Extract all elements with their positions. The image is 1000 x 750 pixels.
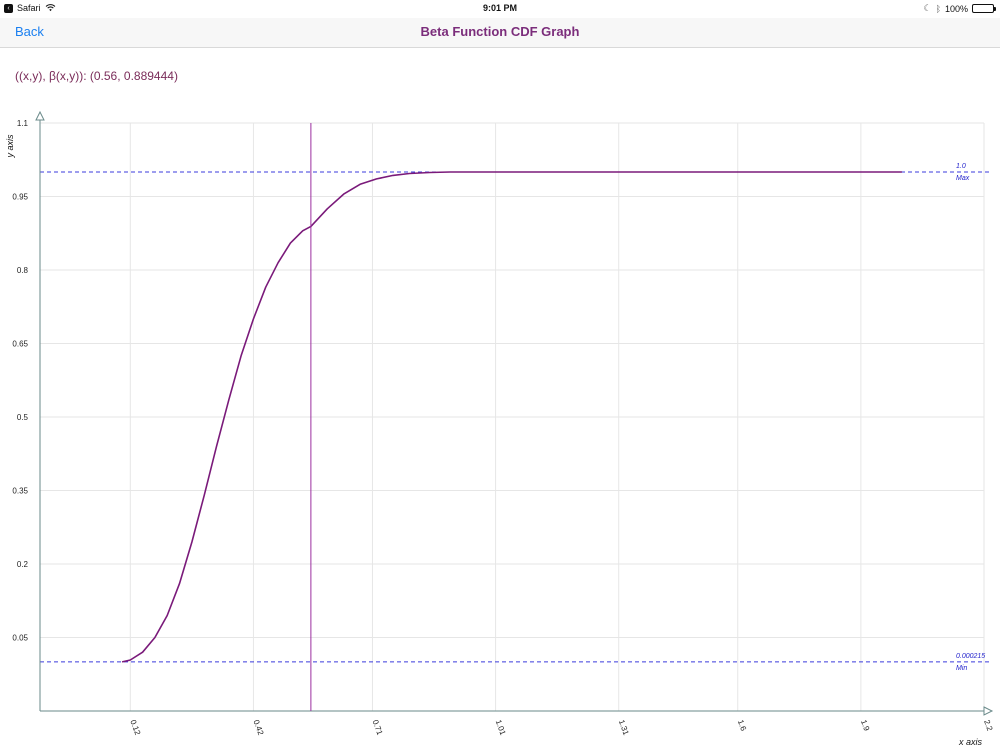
y-tick-label: 0.35: [12, 487, 28, 496]
status-bar: ‹ Safari 9:01 PM ☾ ᛒ 100%: [0, 0, 1000, 18]
x-tick-label: 0.12: [128, 719, 142, 737]
reference-name-label: Max: [956, 175, 970, 182]
chart-grid: [40, 122, 985, 711]
battery-percent: 100%: [944, 3, 968, 14]
moon-icon: ☾: [923, 3, 932, 13]
status-right: ☾ ᛒ 100%: [923, 3, 996, 14]
x-tick-label: 1.9: [859, 719, 871, 733]
x-tick-label: 0.71: [371, 719, 385, 737]
tick-labels: 0.12 0.42 0.71 1.01 1.31 1.6 1.9 2.2 0.05 0.2 0.35…: [12, 119, 994, 737]
y-axis-arrow-icon: [35, 110, 45, 121]
status-time: 9:01 PM: [482, 3, 517, 13]
y-tick-label: 0.5: [17, 413, 29, 422]
x-tick-label: 1.01: [494, 719, 508, 737]
navigation-bar: Back Beta Function CDF Graph: [0, 18, 1000, 48]
y-tick-label: 0.8: [17, 266, 29, 275]
y-tick-label: 0.65: [12, 340, 28, 349]
beta-cdf-chart[interactable]: 1.0 Max 0.000215 Min 0.12 0.42 0.71 1.01 1.31 1.…: [0, 110, 1000, 750]
y-tick-label: 0.05: [12, 634, 28, 643]
x-tick-label: 2.2: [982, 719, 994, 733]
reference-value-label: 0.000215: [956, 653, 985, 660]
reference-value-label: 1.0: [956, 163, 966, 170]
x-axis-arrow-icon: [983, 706, 994, 716]
chart-axes: [35, 110, 994, 716]
battery-icon: [972, 4, 996, 13]
page-title: Beta Function CDF Graph: [420, 24, 580, 39]
cursor-readout: ((x,y), β(x,y)): (0.56, 0.889444): [15, 69, 178, 83]
x-tick-label: 1.6: [736, 719, 748, 733]
y-tick-label: 0.2: [17, 560, 29, 569]
x-tick-label: 0.42: [252, 719, 266, 737]
bluetooth-icon: ᛒ: [935, 3, 941, 14]
x-axis-title: x axis: [958, 737, 983, 747]
y-tick-label: 1.1: [17, 119, 29, 128]
reference-name-label: Min: [956, 665, 967, 672]
y-tick-label: 0.95: [12, 193, 28, 202]
y-axis-title: y axis: [5, 134, 15, 159]
x-tick-label: 1.31: [617, 719, 631, 737]
